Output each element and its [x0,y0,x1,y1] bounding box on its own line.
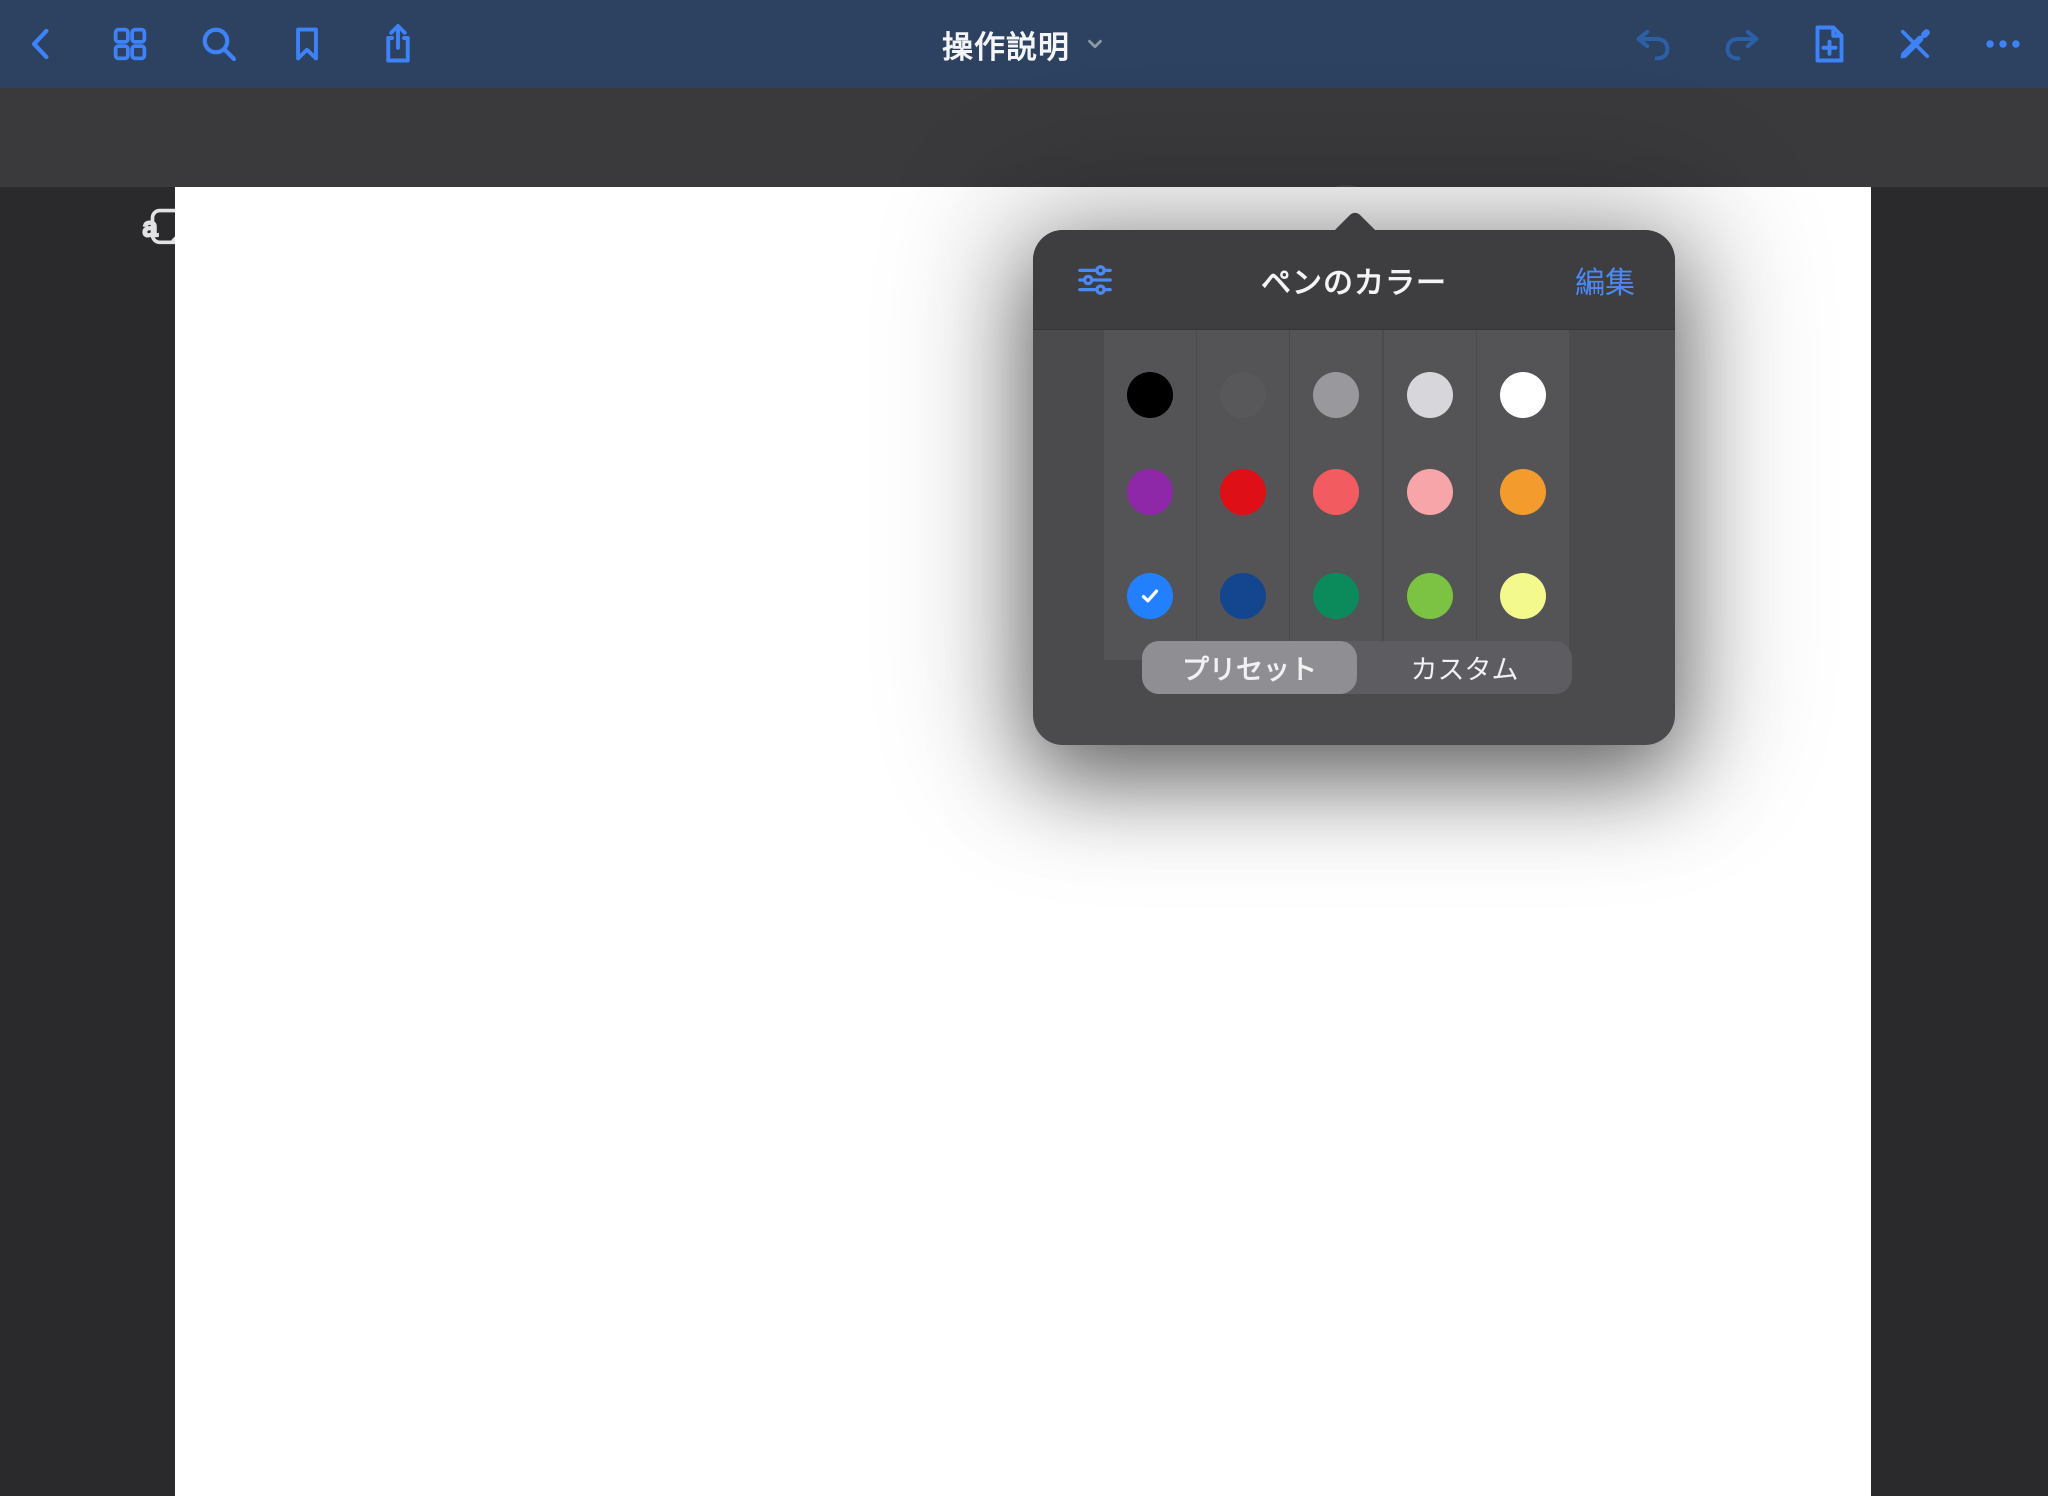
preset-custom-segmented-control: プリセット カスタム [1142,641,1572,694]
add-page-icon [1804,20,1852,68]
grid-view-icon [107,21,153,67]
color-swatch-light-green[interactable] [1407,573,1453,619]
svg-text:a: a [143,211,159,242]
color-swatch-yellow[interactable] [1500,573,1546,619]
color-swatch-coral[interactable] [1313,469,1359,515]
pen-settings-button[interactable] [1065,230,1125,330]
pen-color-popup: ペンのカラー 編集 プリセット カスタム [1033,230,1675,745]
page-title[interactable]: 操作説明 [942,22,1070,67]
bookmark-icon [285,22,329,66]
thumbnails-button[interactable] [98,0,162,88]
color-swatch-light-gray[interactable] [1407,372,1453,418]
sliders-icon [1073,258,1117,302]
app-window: 操作説明 [0,0,2048,1496]
color-swatch-black[interactable] [1127,372,1173,418]
top-navigation-bar: 操作説明 [0,0,2048,88]
pen-mode-toggle-button[interactable] [1883,0,1947,88]
tab-preset[interactable]: プリセット [1142,641,1357,694]
redo-button[interactable] [1710,0,1774,88]
tab-custom[interactable]: カスタム [1357,641,1572,694]
more-icon [1980,21,2026,67]
chevron-down-icon [1084,33,1106,55]
search-button[interactable] [187,0,251,88]
color-grid [1033,330,1675,660]
color-swatch-red[interactable] [1220,469,1266,515]
color-swatch-gray[interactable] [1313,372,1359,418]
back-button[interactable] [10,0,74,88]
chevron-left-icon [19,21,65,67]
share-icon [374,20,422,68]
redo-icon [1719,21,1765,67]
color-swatch-orange[interactable] [1500,469,1546,515]
tools-toolbar: a [0,88,2048,187]
more-button[interactable] [1971,0,2035,88]
color-swatch-blue[interactable] [1127,573,1173,619]
color-swatch-white[interactable] [1500,372,1546,418]
color-swatch-dark-gray[interactable] [1220,372,1266,418]
color-swatch-green[interactable] [1313,573,1359,619]
share-button[interactable] [366,0,430,88]
add-page-button[interactable] [1796,0,1860,88]
color-swatch-purple[interactable] [1127,469,1173,515]
undo-button[interactable] [1621,0,1685,88]
color-swatch-navy[interactable] [1220,573,1266,619]
bookmark-button[interactable] [275,0,339,88]
pen-mode-toggle-icon [1892,21,1938,67]
edit-colors-button[interactable]: 編集 [1569,230,1641,330]
popup-header: ペンのカラー 編集 [1033,230,1675,330]
undo-icon [1630,21,1676,67]
color-swatch-pink[interactable] [1407,469,1453,515]
search-icon [195,20,243,68]
popup-footer: プリセット カスタム [1033,660,1675,745]
